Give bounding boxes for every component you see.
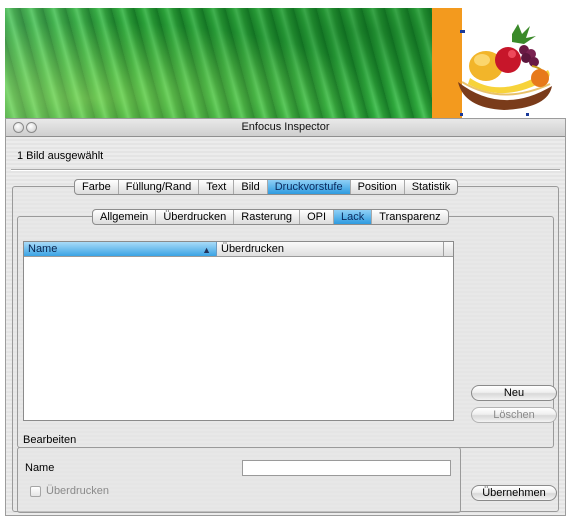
- subtab-überdrucken[interactable]: Überdrucken: [155, 210, 233, 224]
- main-tab-bar: Farbe Füllung/Rand Text Bild Druckvorstufe Po…: [74, 179, 459, 195]
- column-header-name[interactable]: Name ▲: [24, 242, 217, 256]
- subtab-opi[interactable]: OPI: [299, 210, 333, 224]
- fruit-image-panel: [432, 8, 563, 121]
- selection-handle: [462, 30, 465, 33]
- overprint-checkbox[interactable]: [30, 486, 41, 497]
- title-bar[interactable]: Enfocus Inspector: [6, 119, 565, 137]
- inspector-window: Enfocus Inspector 1 Bild ausgewählt Farb…: [5, 118, 566, 516]
- document-background-image: [5, 8, 432, 121]
- edit-section-title: Bearbeiten: [23, 434, 77, 446]
- tab-statistik[interactable]: Statistik: [403, 180, 458, 194]
- tab-position[interactable]: Position: [349, 180, 404, 194]
- subtab-transparenz[interactable]: Transparenz: [371, 210, 447, 224]
- name-field-label: Name: [25, 462, 55, 474]
- tab-füllung-rand[interactable]: Füllung/Rand: [117, 180, 198, 194]
- column-header-overprint[interactable]: Überdrucken: [217, 242, 444, 256]
- new-button[interactable]: Neu: [471, 385, 557, 401]
- subtab-allgemein[interactable]: Allgemein: [93, 210, 155, 224]
- tab-farbe[interactable]: Farbe: [75, 180, 118, 194]
- tab-druckvorstufe[interactable]: Druckvorstufe: [266, 180, 350, 194]
- fruit-basket-image: [458, 24, 552, 110]
- table-header: Name ▲ Überdrucken: [24, 242, 453, 257]
- apply-button[interactable]: Übernehmen: [471, 485, 557, 501]
- selection-handle: [526, 113, 529, 116]
- selection-handle: [460, 113, 463, 116]
- window-title: Enfocus Inspector: [241, 121, 330, 133]
- tab-bild[interactable]: Bild: [233, 180, 266, 194]
- delete-button[interactable]: Löschen: [471, 407, 557, 423]
- subtab-lack[interactable]: Lack: [333, 210, 372, 224]
- sort-ascending-icon: ▲: [202, 245, 211, 255]
- subtab-rasterung[interactable]: Rasterung: [233, 210, 299, 224]
- varnish-table[interactable]: Name ▲ Überdrucken: [23, 241, 454, 421]
- tab-text[interactable]: Text: [198, 180, 233, 194]
- divider: [11, 169, 560, 171]
- selection-status: 1 Bild ausgewählt: [17, 150, 104, 162]
- edit-section: [17, 447, 461, 513]
- overprint-checkbox-label: Überdrucken: [46, 485, 109, 497]
- name-field[interactable]: [242, 460, 451, 476]
- sub-tab-bar: Allgemein Überdrucken Rasterung OPI Lack Tran…: [92, 209, 449, 225]
